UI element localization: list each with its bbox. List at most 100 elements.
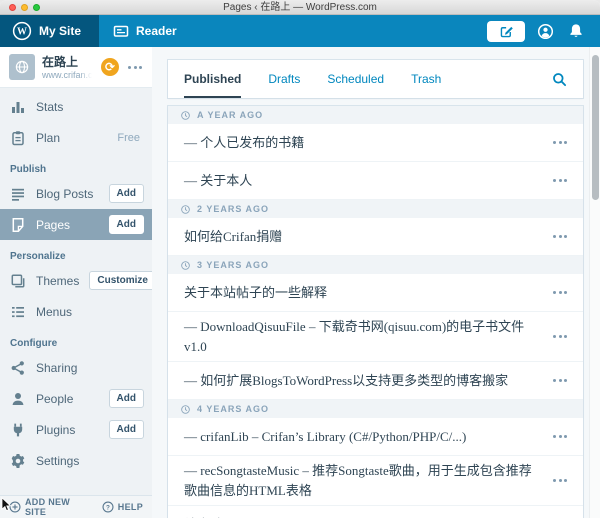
group-header: 4 YEARS AGO bbox=[168, 400, 583, 418]
masthead: W My Site Reader bbox=[0, 15, 600, 47]
page-row[interactable]: — 关于本人 bbox=[168, 162, 583, 200]
sidebar-item-label: Plugins bbox=[36, 422, 76, 437]
reader-icon bbox=[113, 23, 129, 39]
compose-button[interactable] bbox=[487, 20, 525, 42]
sidebar-item-themes[interactable]: Themes Customize bbox=[0, 265, 156, 296]
sidebar-footer: ADD NEW SITE ? HELP bbox=[0, 495, 152, 518]
plugins-icon bbox=[10, 422, 26, 438]
site-avatar bbox=[9, 54, 35, 80]
sidebar: 在路上 www.crifan.com ⟳ Stats Plan Free Publis… bbox=[0, 47, 156, 518]
scrollbar-thumb[interactable] bbox=[591, 55, 599, 200]
my-site-button[interactable]: W My Site bbox=[0, 15, 100, 47]
sidebar-item-plugins[interactable]: Plugins Add bbox=[0, 414, 152, 445]
search-button[interactable] bbox=[552, 60, 567, 98]
add-button[interactable]: Add bbox=[108, 389, 144, 408]
site-meta: 在路上 www.crifan.com bbox=[42, 55, 94, 80]
help-label: HELP bbox=[117, 502, 143, 512]
page-row[interactable]: 关于本站帖子的一些解释 bbox=[168, 274, 583, 312]
sidebar-item-label: Themes bbox=[36, 273, 80, 288]
tab-trash[interactable]: Trash bbox=[411, 60, 441, 98]
svg-text:?: ? bbox=[106, 504, 110, 511]
app-window: Pages ‹ 在路上 — WordPress.com W My Site Re… bbox=[0, 0, 600, 518]
sidebar-item-settings[interactable]: Settings bbox=[0, 445, 152, 476]
sidebar-item-label: Menus bbox=[36, 304, 73, 319]
profile-button[interactable] bbox=[534, 20, 556, 42]
themes-icon bbox=[10, 273, 26, 289]
page-row[interactable]: — crifanLib – Crifan’s Library (C#/Pytho… bbox=[168, 418, 583, 456]
page-row[interactable]: 如何给Crifan捐赠 bbox=[168, 218, 583, 256]
page-row[interactable]: — DownloadQisuuFile – 下载奇书网(qisuu.com)的电… bbox=[168, 312, 583, 362]
traffic-lights bbox=[9, 4, 40, 11]
add-new-site-label: ADD NEW SITE bbox=[25, 497, 71, 517]
sidebar-section-header-publish: Publish bbox=[10, 164, 47, 175]
group-age-label: 2 YEARS AGO bbox=[197, 204, 270, 214]
close-button[interactable] bbox=[9, 4, 16, 11]
page-row[interactable]: — recSongtasteMusic – 推荐Songtaste歌曲，用于生成… bbox=[168, 456, 583, 506]
tab-drafts[interactable]: Drafts bbox=[268, 60, 300, 98]
bell-icon bbox=[568, 23, 584, 39]
mouse-cursor bbox=[1, 496, 14, 517]
site-card[interactable]: 在路上 www.crifan.com ⟳ bbox=[0, 47, 152, 88]
notifications-button[interactable] bbox=[565, 20, 587, 42]
page-actions-button[interactable] bbox=[551, 137, 569, 148]
tab-published[interactable]: Published bbox=[184, 60, 242, 98]
zoom-button[interactable] bbox=[33, 4, 40, 11]
add-button[interactable]: Add bbox=[108, 184, 144, 203]
tab-scheduled[interactable]: Scheduled bbox=[327, 60, 384, 98]
main-content: Published Drafts Scheduled Trash A YEAR AGO… bbox=[152, 47, 600, 518]
stats-icon bbox=[10, 99, 26, 115]
sidebar-menu: Stats Plan Free Publish Blog Posts Add Pages Ad… bbox=[0, 88, 156, 495]
page-row[interactable]: — 个人已发布的书籍 bbox=[168, 124, 583, 162]
group-header: A YEAR AGO bbox=[168, 106, 583, 124]
help-button[interactable]: ? HELP bbox=[102, 501, 143, 513]
sidebar-section-header-personalize: Personalize bbox=[10, 251, 66, 262]
compose-icon bbox=[499, 24, 514, 39]
page-actions-button[interactable] bbox=[551, 175, 569, 186]
globe-icon bbox=[14, 59, 30, 75]
sidebar-item-sharing[interactable]: Sharing bbox=[0, 352, 152, 383]
sidebar-item-label: People bbox=[36, 391, 74, 406]
sidebar-item-menus[interactable]: Menus bbox=[0, 296, 152, 327]
sidebar-item-blog-posts[interactable]: Blog Posts Add bbox=[0, 178, 152, 209]
add-button[interactable]: Add bbox=[108, 215, 144, 234]
clock-icon bbox=[180, 404, 191, 415]
group-age-label: 4 YEARS AGO bbox=[197, 404, 270, 414]
sync-badge[interactable]: ⟳ bbox=[101, 58, 119, 76]
group-age-label: 3 YEARS AGO bbox=[197, 260, 270, 270]
page-row[interactable]: — 如何扩展BlogsToWordPress以支持更多类型的博客搬家 bbox=[168, 362, 583, 400]
page-actions-button[interactable] bbox=[551, 431, 569, 442]
add-button[interactable]: Add bbox=[108, 420, 144, 439]
sidebar-item-label: Stats bbox=[36, 99, 64, 114]
group-header: 3 YEARS AGO bbox=[168, 256, 583, 274]
app-body: 在路上 www.crifan.com ⟳ Stats Plan Free Publis… bbox=[0, 47, 600, 518]
customize-button[interactable]: Customize bbox=[89, 271, 156, 290]
posts-icon bbox=[10, 186, 26, 202]
sidebar-item-stats[interactable]: Stats bbox=[0, 91, 152, 122]
help-circle-icon: ? bbox=[102, 501, 114, 513]
page-actions-button[interactable] bbox=[551, 231, 569, 242]
window-title: Pages ‹ 在路上 — WordPress.com bbox=[223, 1, 377, 13]
minimize-button[interactable] bbox=[21, 4, 28, 11]
page-actions-button[interactable] bbox=[551, 375, 569, 386]
sidebar-item-pages[interactable]: Pages Add bbox=[0, 209, 152, 240]
add-new-site-button[interactable]: ADD NEW SITE bbox=[9, 497, 87, 517]
page-actions-button[interactable] bbox=[551, 287, 569, 298]
page-actions-button[interactable] bbox=[551, 331, 569, 342]
scrollbar[interactable] bbox=[589, 47, 600, 518]
plan-icon bbox=[10, 130, 26, 146]
sidebar-section-header-configure: Configure bbox=[10, 338, 58, 349]
clock-icon bbox=[180, 260, 191, 271]
sharing-icon bbox=[10, 360, 26, 376]
page-title: — 个人已发布的书籍 bbox=[184, 134, 305, 150]
page-title: — 如何扩展BlogsToWordPress以支持更多类型的博客搬家 bbox=[184, 372, 509, 388]
search-icon bbox=[552, 72, 567, 87]
site-menu-button[interactable] bbox=[126, 62, 144, 73]
people-icon bbox=[10, 391, 26, 407]
settings-icon bbox=[10, 453, 26, 469]
sidebar-item-people[interactable]: People Add bbox=[0, 383, 152, 414]
page-actions-button[interactable] bbox=[551, 475, 569, 486]
page-row[interactable]: 站点地图 bbox=[168, 506, 583, 518]
sidebar-item-label: Blog Posts bbox=[36, 186, 94, 201]
sidebar-item-plan[interactable]: Plan Free bbox=[0, 122, 152, 153]
reader-button[interactable]: Reader bbox=[99, 15, 191, 47]
